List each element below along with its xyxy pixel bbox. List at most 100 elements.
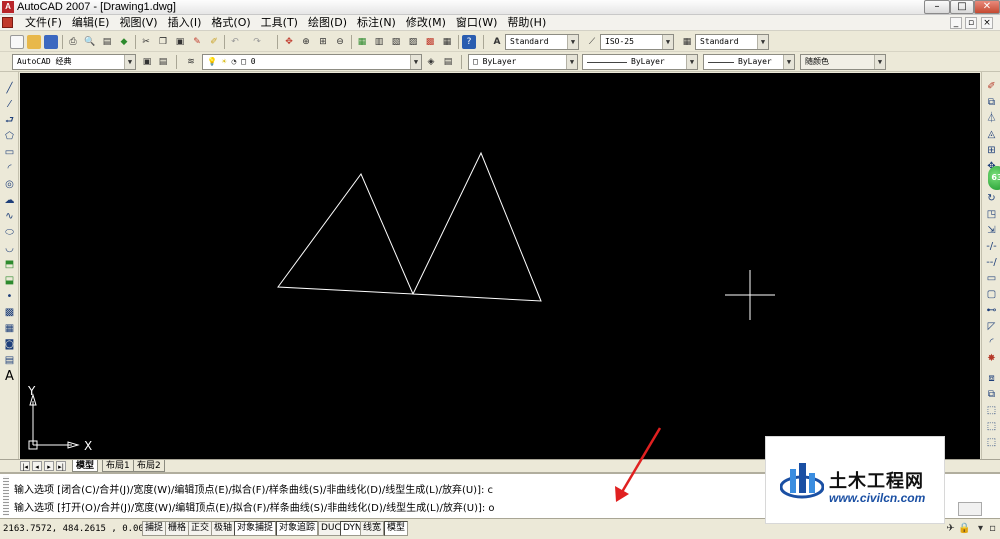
rectangle-icon[interactable]: ▭ bbox=[3, 146, 16, 159]
save-icon[interactable] bbox=[44, 35, 58, 49]
publish-icon[interactable]: ▤ bbox=[100, 35, 114, 49]
grid-toggle[interactable]: 栅格 bbox=[165, 521, 190, 536]
pan-icon[interactable]: ✥ bbox=[282, 35, 296, 49]
paste-icon[interactable]: ▣ bbox=[173, 35, 187, 49]
layer-previous-icon[interactable]: ▤ bbox=[441, 55, 455, 69]
extend-icon[interactable]: --/ bbox=[985, 256, 998, 269]
copy-icon[interactable]: ❐ bbox=[156, 35, 170, 49]
model-space[interactable] bbox=[20, 73, 980, 459]
zoom-window-icon[interactable]: ⊞ bbox=[316, 35, 330, 49]
command-window-grip[interactable] bbox=[3, 476, 9, 516]
network-speed-badge[interactable]: 63 bbox=[988, 166, 1000, 190]
lock-toolbar-icon[interactable]: 🔒 bbox=[958, 522, 971, 535]
menu-tools[interactable]: 工具(T) bbox=[256, 15, 303, 31]
next-tab-icon[interactable]: ▸ bbox=[44, 461, 54, 471]
zoom-realtime-icon[interactable]: ⊕ bbox=[299, 35, 313, 49]
triangle-left[interactable] bbox=[277, 173, 414, 295]
redo-icon[interactable]: ↷ bbox=[250, 35, 264, 49]
undo-icon[interactable]: ↶ bbox=[228, 35, 242, 49]
draworder-back-icon[interactable]: ⧉ bbox=[985, 388, 998, 401]
trim-icon[interactable]: -/- bbox=[985, 240, 998, 253]
menu-modify[interactable]: 修改(M) bbox=[401, 15, 451, 31]
clean-screen-icon[interactable]: ▫ bbox=[986, 522, 999, 535]
match-properties-icon[interactable]: ✎ bbox=[190, 35, 204, 49]
lineweight-toggle[interactable]: 线宽 bbox=[360, 521, 385, 536]
print-icon[interactable]: ⎙ bbox=[66, 35, 80, 49]
3d-dwf-icon[interactable]: ◆ bbox=[117, 35, 131, 49]
properties-icon[interactable]: ▦ bbox=[355, 35, 369, 49]
tool-palettes-icon[interactable]: ▧ bbox=[389, 35, 403, 49]
communication-center-icon[interactable]: ✈ bbox=[944, 522, 957, 535]
command-scrollbar[interactable] bbox=[958, 502, 982, 516]
text-to-front-icon[interactable]: ⬚ bbox=[985, 436, 998, 449]
fillet-icon[interactable]: ◜ bbox=[985, 336, 998, 349]
tab-layout2[interactable]: 布局2 bbox=[133, 460, 165, 472]
layer-manager-icon[interactable]: ≋ bbox=[184, 55, 198, 69]
join-icon[interactable]: ⊷ bbox=[985, 304, 998, 317]
menu-help[interactable]: 帮助(H) bbox=[502, 15, 551, 31]
ellipse-arc-icon[interactable]: ◡ bbox=[3, 242, 16, 255]
multiline-text-icon[interactable]: A bbox=[3, 370, 16, 383]
table-style-select[interactable]: Standard ▼ bbox=[695, 34, 769, 50]
otrack-toggle[interactable]: 对象追踪 bbox=[276, 521, 319, 536]
new-file-icon[interactable] bbox=[10, 35, 24, 49]
linetype-select[interactable]: ByLayer ▼ bbox=[582, 54, 698, 70]
osnap-toggle[interactable]: 对象捕捉 bbox=[234, 521, 277, 536]
menu-dimension[interactable]: 标注(N) bbox=[352, 15, 401, 31]
close-button[interactable]: ✕ bbox=[974, 0, 1000, 14]
hatch-icon[interactable]: ▩ bbox=[3, 306, 16, 319]
array-icon[interactable]: ⊞ bbox=[985, 144, 998, 157]
block-editor-icon[interactable]: ✐ bbox=[207, 35, 221, 49]
plot-preview-icon[interactable]: 🔍 bbox=[83, 35, 97, 49]
line-icon[interactable]: ╱ bbox=[3, 82, 16, 95]
revision-cloud-icon[interactable]: ☁ bbox=[3, 194, 16, 207]
lineweight-select[interactable]: ByLayer ▼ bbox=[703, 54, 795, 70]
sheet-set-icon[interactable]: ▨ bbox=[406, 35, 420, 49]
plot-style-select[interactable]: 随颜色 ▼ bbox=[800, 54, 886, 70]
snap-toggle[interactable]: 捕捉 bbox=[142, 521, 167, 536]
bring-above-icon[interactable]: ⬚ bbox=[985, 404, 998, 417]
model-space-toggle[interactable]: 模型 bbox=[384, 521, 409, 536]
drawing-canvas[interactable]: Y X bbox=[20, 73, 980, 459]
construction-line-icon[interactable]: ⁄ bbox=[3, 98, 16, 111]
menu-view[interactable]: 视图(V) bbox=[114, 15, 162, 31]
layer-select[interactable]: 💡 ☀ ◔ □ 0 ▼ bbox=[202, 54, 422, 70]
minimize-button[interactable]: – bbox=[924, 0, 950, 14]
send-under-icon[interactable]: ⬚ bbox=[985, 420, 998, 433]
polyline-icon[interactable]: ⮐ bbox=[3, 114, 16, 127]
menu-file[interactable]: 文件(F) bbox=[20, 15, 67, 31]
menu-window[interactable]: 窗口(W) bbox=[451, 15, 502, 31]
first-tab-icon[interactable]: |◂ bbox=[20, 461, 30, 471]
command-prompt-line[interactable]: 输入选项 [打开(O)/合并(J)/宽度(W)/编辑顶点(E)/拟合(F)/样条… bbox=[14, 502, 495, 515]
help-icon[interactable]: ? bbox=[462, 35, 476, 49]
mirror-icon[interactable]: ⏃ bbox=[985, 112, 998, 125]
scale-icon[interactable]: ◳ bbox=[985, 208, 998, 221]
workspace-settings-icon[interactable]: ▣ bbox=[140, 55, 154, 69]
zoom-previous-icon[interactable]: ⊖ bbox=[333, 35, 347, 49]
menu-format[interactable]: 格式(O) bbox=[206, 15, 255, 31]
arc-icon[interactable]: ◜ bbox=[3, 162, 16, 175]
polar-toggle[interactable]: 极轴 bbox=[211, 521, 236, 536]
doc-restore-button[interactable]: ▫ bbox=[965, 17, 977, 29]
tab-layout1[interactable]: 布局1 bbox=[102, 460, 134, 472]
break-at-point-icon[interactable]: ▭ bbox=[985, 272, 998, 285]
explode-icon[interactable]: ✸ bbox=[985, 352, 998, 365]
autocad-app-icon[interactable]: A bbox=[2, 1, 14, 13]
dim-style-select[interactable]: ISO-25 ▼ bbox=[600, 34, 674, 50]
ortho-toggle[interactable]: 正交 bbox=[188, 521, 213, 536]
point-icon[interactable]: • bbox=[3, 290, 16, 303]
last-tab-icon[interactable]: ▸| bbox=[56, 461, 66, 471]
markup-icon[interactable]: ▩ bbox=[423, 35, 437, 49]
insert-block-icon[interactable]: ⬒ bbox=[3, 258, 16, 271]
doc-close-button[interactable]: × bbox=[981, 17, 993, 29]
menu-insert[interactable]: 插入(I) bbox=[163, 15, 207, 31]
document-icon[interactable] bbox=[2, 17, 13, 28]
calculator-icon[interactable]: ▦ bbox=[440, 35, 454, 49]
ellipse-icon[interactable]: ⬭ bbox=[3, 226, 16, 239]
region-icon[interactable]: ◙ bbox=[3, 338, 16, 351]
spline-icon[interactable]: ∿ bbox=[3, 210, 16, 223]
chamfer-icon[interactable]: ◸ bbox=[985, 320, 998, 333]
polygon-icon[interactable]: ⬠ bbox=[3, 130, 16, 143]
maximize-button[interactable]: □ bbox=[950, 0, 974, 14]
workspace-select[interactable]: AutoCAD 经典 ▼ bbox=[12, 54, 136, 70]
